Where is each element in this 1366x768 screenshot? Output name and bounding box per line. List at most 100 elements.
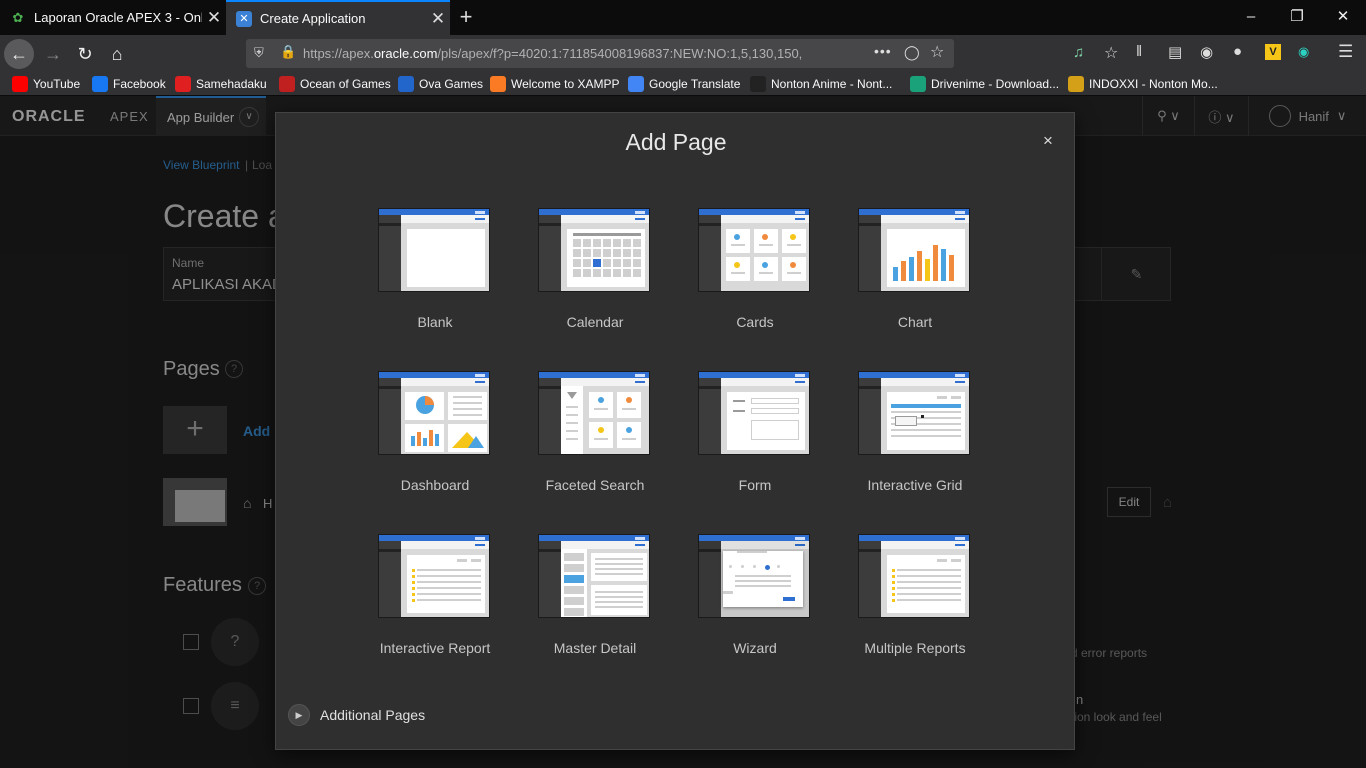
page-type-wizard[interactable]: Wizard [678,534,818,674]
bookmark-item[interactable]: Nonton Anime - Nont... [750,75,892,93]
page-type-label: Cards [736,314,774,330]
bookmark-item[interactable]: Facebook [92,75,166,93]
tab-create-application[interactable]: ✕ Create Application ✕ [226,0,450,35]
page-type-label: Wizard [733,640,777,656]
bookmark-favicon-icon [490,76,506,92]
url-text[interactable]: https://apex.oracle.com/pls/apex/f?p=402… [303,46,835,61]
page-type-label: Blank [417,314,453,330]
close-tab-icon[interactable]: ✕ [202,8,226,28]
bookmark-label: Facebook [113,77,166,91]
library-icon[interactable]: ‖ [1136,43,1142,60]
bookmark-favicon-icon [628,76,644,92]
add-page-dialog: Add Page × Blank Calendar Cards Chart Da… [275,112,1075,750]
address-bar[interactable]: ⛨ 🔒 https://apex.oracle.com/pls/apex/f?p… [246,39,954,68]
bookmarks-bar: YouTube Facebook Samehadaku Ocean of Games O… [0,72,1366,96]
bookmark-item[interactable]: Google Translate [628,75,740,93]
page-type-cards[interactable]: Cards [678,208,818,348]
forward-icon[interactable]: → [38,39,68,69]
additional-pages-label: Additional Pages [320,707,426,723]
page-type-label: Calendar [566,314,624,330]
bookmark-favicon-icon [92,76,108,92]
tab-laporan[interactable]: ✿ Laporan Oracle APEX 3 - Online ✕ [0,0,226,35]
reading-list-icon[interactable]: ☆ [1104,43,1118,63]
vimium-extension-icon[interactable]: V [1265,44,1281,60]
browser-nav-bar: ← → ↻ ⌂ ⛨ 🔒 https://apex.oracle.com/pls/… [0,35,1366,72]
page-type-thumbnail [378,208,490,292]
page-type-thumbnail [698,208,810,292]
bookmark-favicon-icon [910,76,926,92]
bookmark-item[interactable]: YouTube [12,75,80,93]
page-type-thumbnail [698,534,810,618]
restore-icon[interactable]: ❐ [1274,0,1320,35]
page-type-label: Form [738,477,772,493]
additional-pages-toggle[interactable]: ▶ Additional Pages [288,703,425,727]
bookmark-item[interactable]: Welcome to XAMPP [490,75,619,93]
bookmark-label: Drivenime - Download... [931,77,1060,91]
bookmark-item[interactable]: Samehadaku [175,75,267,93]
bookmark-label: Nonton Anime - Nont... [771,77,893,91]
music-extension-icon[interactable]: ♫ [1073,44,1084,61]
shield-icon[interactable]: ⛨ [254,45,264,61]
page-type-label: Chart [897,314,933,330]
bookmark-favicon-icon [398,76,414,92]
minimize-icon[interactable]: – [1228,0,1274,35]
bookmark-label: Welcome to XAMPP [511,77,620,91]
page-type-thumbnail [538,208,650,292]
bookmark-item[interactable]: Drivenime - Download... [910,75,1059,93]
tab-title: Laporan Oracle APEX 3 - Online [34,10,202,25]
bookmark-item[interactable]: Ova Games [398,75,483,93]
page-type-thumbnail [538,534,650,618]
page-type-thumbnail [378,534,490,618]
page-type-thumbnail [698,371,810,455]
page-type-interactive-report[interactable]: Interactive Report [358,534,498,674]
apex-leaf-icon: ✿ [12,9,24,25]
bookmark-item[interactable]: Ocean of Games [279,75,391,93]
page-type-label: Multiple Reports [864,640,966,656]
bookmark-favicon-icon [175,76,191,92]
menu-icon[interactable]: ☰ [1338,42,1353,62]
globe-icon[interactable]: ◉ [1200,43,1213,61]
play-icon: ▶ [288,704,310,726]
page-type-multiple-reports[interactable]: Multiple Reports [838,534,978,674]
page-type-label: Interactive Report [379,640,491,656]
close-tab-icon[interactable]: ✕ [426,9,450,29]
page-type-chart[interactable]: Chart [838,208,978,348]
close-icon[interactable]: × [1036,129,1060,153]
page-type-thumbnail [378,371,490,455]
new-tab-icon[interactable]: + [452,4,480,32]
reload-icon[interactable]: ↻ [70,39,100,69]
home-icon[interactable]: ⌂ [102,39,132,69]
lock-icon[interactable]: 🔒 [280,44,296,60]
bookmark-item[interactable]: INDOXXI - Nonton Mo... [1068,75,1218,93]
apex-tools-icon: ✕ [236,10,252,27]
page-type-dashboard[interactable]: Dashboard [358,371,498,511]
page-type-form[interactable]: Form [678,371,818,511]
bookmark-label: Ova Games [419,77,484,91]
page-type-label: Master Detail [553,640,637,656]
back-icon[interactable]: ← [4,39,34,69]
sidebar-icon[interactable]: ▤ [1168,43,1182,61]
bookmark-favicon-icon [750,76,766,92]
bookmark-favicon-icon [279,76,295,92]
bookmark-label: YouTube [33,77,81,91]
dialog-title: Add Page [625,129,727,155]
bookmark-label: Ocean of Games [300,77,391,91]
page-type-blank[interactable]: Blank [358,208,498,348]
page-type-calendar[interactable]: Calendar [518,208,658,348]
bookmark-label: Samehadaku [196,77,267,91]
page-type-faceted-search[interactable]: Faceted Search [518,371,658,511]
page-type-thumbnail [538,371,650,455]
pocket-icon[interactable]: ◯ [904,44,920,61]
bookmark-favicon-icon [12,76,28,92]
page-type-master-detail[interactable]: Master Detail [518,534,658,674]
page-type-interactive-grid[interactable]: Interactive Grid [838,371,978,511]
bookmark-star-icon[interactable]: ☆ [930,42,944,62]
extension-icon[interactable]: ◉ [1298,44,1309,60]
more-actions-icon[interactable]: ••• [874,43,892,59]
account-icon[interactable]: ● [1233,43,1242,60]
window-close-icon[interactable]: ✕ [1320,0,1366,35]
page-type-thumbnail [858,371,970,455]
bookmark-favicon-icon [1068,76,1084,92]
browser-tab-bar: ✿ Laporan Oracle APEX 3 - Online ✕ ✕ Cre… [0,0,1366,35]
bookmark-label: INDOXXI - Nonton Mo... [1089,77,1218,91]
